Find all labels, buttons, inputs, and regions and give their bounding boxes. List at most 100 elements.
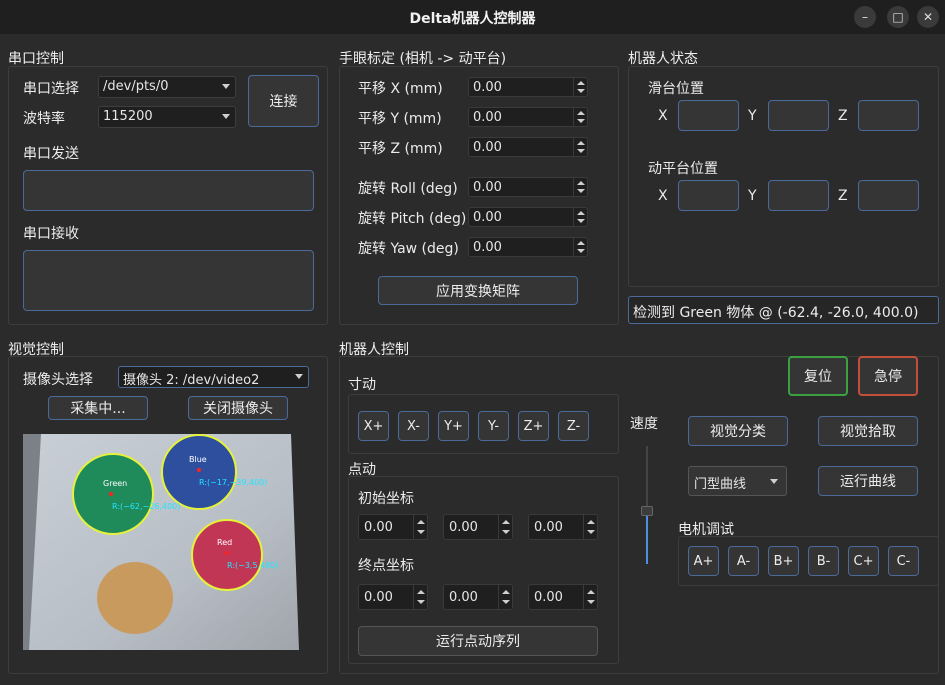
spin-arrows-icon[interactable] [583, 515, 597, 539]
apply-transform-button[interactable]: 应用变换矩阵 [378, 276, 578, 305]
speed-slider-fill [646, 510, 648, 564]
slide-z-label: Z [838, 108, 848, 124]
chevron-down-icon [222, 84, 230, 89]
start-z-spinbox[interactable]: 0.00 [528, 514, 598, 540]
serial-recv-output[interactable] [23, 250, 314, 311]
minimize-icon[interactable]: – [854, 6, 876, 28]
end-y-value: 0.00 [449, 590, 478, 605]
translate-y-spinbox[interactable]: 0.00 [468, 107, 588, 127]
robot-status-section-title: 机器人状态 [628, 51, 698, 67]
spin-arrows-icon[interactable] [573, 178, 587, 196]
rotate-roll-spinbox[interactable]: 0.00 [468, 177, 588, 197]
jog-label: 寸动 [348, 377, 376, 393]
rotate-pitch-spinbox[interactable]: 0.00 [468, 207, 588, 227]
platform-x-field[interactable] [678, 180, 739, 211]
jog-x-minus-button[interactable]: X- [398, 411, 429, 441]
port-select[interactable]: /dev/pts/0 [98, 76, 236, 98]
platform-position-label: 动平台位置 [648, 161, 718, 177]
camera-select[interactable]: 摄像头 2: /dev/video2 [118, 366, 309, 388]
capture-button[interactable]: 采集中... [48, 396, 148, 420]
spin-arrows-icon[interactable] [573, 138, 587, 156]
estop-button[interactable]: 急停 [858, 356, 918, 396]
spin-arrows-icon[interactable] [498, 585, 512, 609]
translate-z-value: 0.00 [473, 140, 502, 155]
send-label: 串口发送 [23, 146, 79, 162]
translate-y-label: 平移 Y (mm) [358, 111, 442, 127]
spin-arrows-icon[interactable] [413, 515, 427, 539]
slide-z-field[interactable] [858, 100, 919, 131]
motor-b-minus-button[interactable]: B- [808, 546, 839, 576]
spin-arrows-icon[interactable] [583, 585, 597, 609]
spin-arrows-icon[interactable] [413, 585, 427, 609]
orange-object [97, 562, 173, 634]
end-z-spinbox[interactable]: 0.00 [528, 584, 598, 610]
connect-button[interactable]: 连接 [248, 75, 319, 127]
start-y-spinbox[interactable]: 0.00 [443, 514, 513, 540]
speed-slider-handle[interactable] [641, 505, 653, 516]
motor-c-minus-button[interactable]: C- [888, 546, 919, 576]
start-coord-label: 初始坐标 [358, 491, 414, 507]
rotate-roll-value: 0.00 [473, 180, 502, 195]
end-coord-label: 终点坐标 [358, 558, 414, 574]
speed-label: 速度 [630, 416, 658, 432]
green-label: Green [103, 479, 127, 488]
start-x-spinbox[interactable]: 0.00 [358, 514, 428, 540]
slide-x-field[interactable] [678, 100, 739, 131]
slide-x-label: X [658, 108, 668, 124]
spin-arrows-icon[interactable] [573, 208, 587, 226]
motor-a-plus-button[interactable]: A+ [688, 546, 719, 576]
close-camera-button[interactable]: 关闭摄像头 [188, 396, 288, 420]
vision-pick-button[interactable]: 视觉拾取 [818, 416, 918, 446]
curve-type-select[interactable]: 门型曲线 [688, 466, 787, 496]
detection-status: 检测到 Green 物体 @ (-62.4, -26.0, 400.0) [628, 296, 939, 324]
motor-a-minus-button[interactable]: A- [728, 546, 759, 576]
rotate-roll-label: 旋转 Roll (deg) [358, 181, 458, 197]
vision-classify-button[interactable]: 视觉分类 [688, 416, 788, 446]
jog-z-minus-button[interactable]: Z- [558, 411, 589, 441]
baud-select[interactable]: 115200 [98, 106, 236, 128]
green-coords: R:(−62,−26,400) [112, 502, 180, 511]
slide-position-label: 滑台位置 [648, 81, 704, 97]
jog-z-plus-button[interactable]: Z+ [518, 411, 549, 441]
jog-y-plus-button[interactable]: Y+ [438, 411, 469, 441]
platform-y-field[interactable] [768, 180, 829, 211]
maximize-icon[interactable]: □ [887, 6, 909, 28]
spin-arrows-icon[interactable] [498, 515, 512, 539]
rotate-pitch-value: 0.00 [473, 210, 502, 225]
motor-c-plus-button[interactable]: C+ [848, 546, 879, 576]
start-x-value: 0.00 [364, 520, 393, 535]
end-x-spinbox[interactable]: 0.00 [358, 584, 428, 610]
chevron-down-icon [295, 374, 303, 379]
spin-arrows-icon[interactable] [573, 78, 587, 96]
run-curve-button[interactable]: 运行曲线 [818, 466, 918, 496]
motor-b-plus-button[interactable]: B+ [768, 546, 799, 576]
reset-button[interactable]: 复位 [788, 356, 848, 396]
curve-type-value: 门型曲线 [694, 477, 747, 492]
end-x-value: 0.00 [364, 590, 393, 605]
rotate-yaw-spinbox[interactable]: 0.00 [468, 237, 588, 257]
camera-feed-image: Green R:(−62,−26,400) Blue R:(−17,−39,40… [23, 434, 313, 650]
platform-x-label: X [658, 188, 668, 204]
camera-view: Green R:(−62,−26,400) Blue R:(−17,−39,40… [23, 434, 313, 650]
serial-send-input[interactable] [23, 170, 314, 211]
spin-arrows-icon[interactable] [573, 108, 587, 126]
start-y-value: 0.00 [449, 520, 478, 535]
rotate-pitch-label: 旋转 Pitch (deg) [358, 211, 467, 227]
translate-z-spinbox[interactable]: 0.00 [468, 137, 588, 157]
camera-select-label: 摄像头选择 [23, 372, 93, 388]
close-icon[interactable]: ✕ [917, 6, 939, 28]
end-z-value: 0.00 [534, 590, 563, 605]
jog-x-plus-button[interactable]: X+ [358, 411, 389, 441]
platform-z-field[interactable] [858, 180, 919, 211]
translate-x-label: 平移 X (mm) [358, 81, 443, 97]
platform-z-label: Z [838, 188, 848, 204]
spin-arrows-icon[interactable] [573, 238, 587, 256]
jog-y-minus-button[interactable]: Y- [478, 411, 509, 441]
red-label: Red [217, 538, 232, 547]
run-point-sequence-button[interactable]: 运行点动序列 [358, 626, 598, 656]
end-y-spinbox[interactable]: 0.00 [443, 584, 513, 610]
slide-y-field[interactable] [768, 100, 829, 131]
translate-x-spinbox[interactable]: 0.00 [468, 77, 588, 97]
baud-label: 波特率 [23, 111, 65, 127]
slide-y-label: Y [748, 108, 757, 124]
